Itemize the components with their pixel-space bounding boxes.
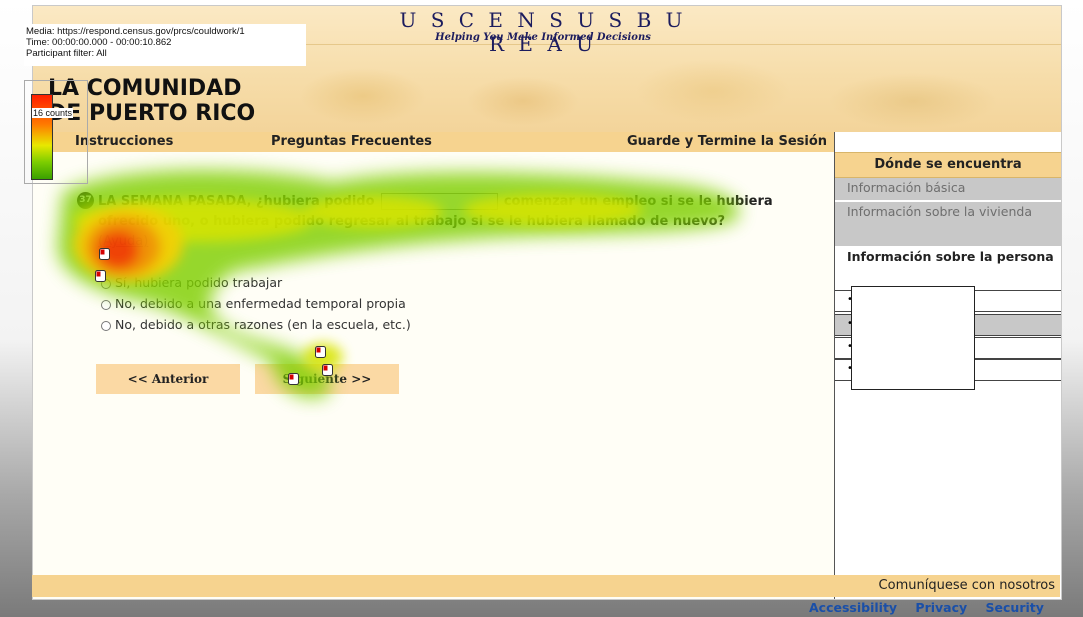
media-url: Media: https://respond.census.gov/prcs/c… — [26, 26, 245, 37]
census-tagline: Helping You Make Informed Decisions — [435, 32, 651, 43]
option-yes-label: Sí, hubiera podido trabajar — [115, 275, 283, 290]
radio-no-other[interactable] — [101, 320, 111, 331]
click-marker-icon — [322, 364, 333, 376]
question-emphasis: LA SEMANA PASADA — [98, 194, 247, 209]
option-no-illness[interactable]: No, debido a una enfermedad temporal pro… — [101, 293, 411, 314]
click-marker-icon — [99, 248, 110, 260]
nav-instrucciones[interactable]: Instrucciones — [75, 134, 173, 149]
click-marker-icon — [315, 346, 326, 358]
heatmap-legend — [31, 86, 56, 182]
participant-filter: Participant filter: All — [26, 48, 107, 59]
anterior-button[interactable]: << Anterior — [96, 364, 240, 394]
heatmap-count-label: 16 counts — [32, 108, 74, 118]
heatmap-info-box: Media: https://respond.census.gov/prcs/c… — [24, 24, 306, 66]
sidebar-title: Dónde se encuentra — [835, 152, 1061, 178]
option-no-other[interactable]: No, debido a otras razones (en la escuel… — [101, 314, 411, 335]
browser-frame: U S C E N S U S B U R E A U Helping You … — [32, 5, 1062, 600]
option-yes[interactable]: Sí, hubiera podido trabajar — [101, 272, 411, 293]
footer-links: Accessibility Privacy Security — [795, 600, 1044, 615]
sidebar-item-informacion-vivienda[interactable]: Información sobre la vivienda — [835, 202, 1061, 246]
sidebar-item-informacion-persona[interactable]: Información sobre la persona — [835, 247, 1061, 289]
click-marker-icon — [95, 270, 106, 282]
privacy-link[interactable]: Privacy — [915, 600, 967, 615]
question-part-b: , ¿hubiera podido — [246, 194, 375, 209]
redacted-name-field — [380, 193, 498, 210]
security-link[interactable]: Security — [986, 600, 1044, 615]
option-no-other-label: No, debido a otras razones (en la escuel… — [115, 317, 411, 332]
question-number-badge: 37 — [77, 192, 94, 209]
heatmap-color-scale — [31, 94, 53, 180]
help-link[interactable]: (Ayuda) — [98, 234, 148, 249]
option-no-illness-label: No, debido a una enfermedad temporal pro… — [115, 296, 406, 311]
nav-guarde-y-termine[interactable]: Guarde y Termine la Sesión — [627, 134, 827, 149]
time-range: Time: 00:00:00.000 - 00:00:10.862 — [26, 37, 172, 48]
accessibility-link[interactable]: Accessibility — [809, 600, 897, 615]
radio-no-illness[interactable] — [101, 299, 111, 310]
redaction-box — [851, 286, 975, 390]
top-nav: Instrucciones Preguntas Frecuentes Guard… — [33, 132, 834, 152]
question-text: LA SEMANA PASADA, ¿hubiera podido comenz… — [98, 192, 778, 252]
progress-sidebar: Dónde se encuentra Información básica In… — [834, 132, 1061, 599]
contact-link[interactable]: Comuníquese con nosotros — [835, 578, 1055, 593]
nav-preguntas-frecuentes[interactable]: Preguntas Frecuentes — [271, 134, 432, 149]
answer-options: Sí, hubiera podido trabajar No, debido a… — [101, 272, 411, 335]
click-marker-icon — [288, 373, 299, 385]
main-content: 37 LA SEMANA PASADA, ¿hubiera podido com… — [33, 152, 834, 599]
sidebar-item-informacion-basica[interactable]: Información básica — [835, 178, 1061, 200]
